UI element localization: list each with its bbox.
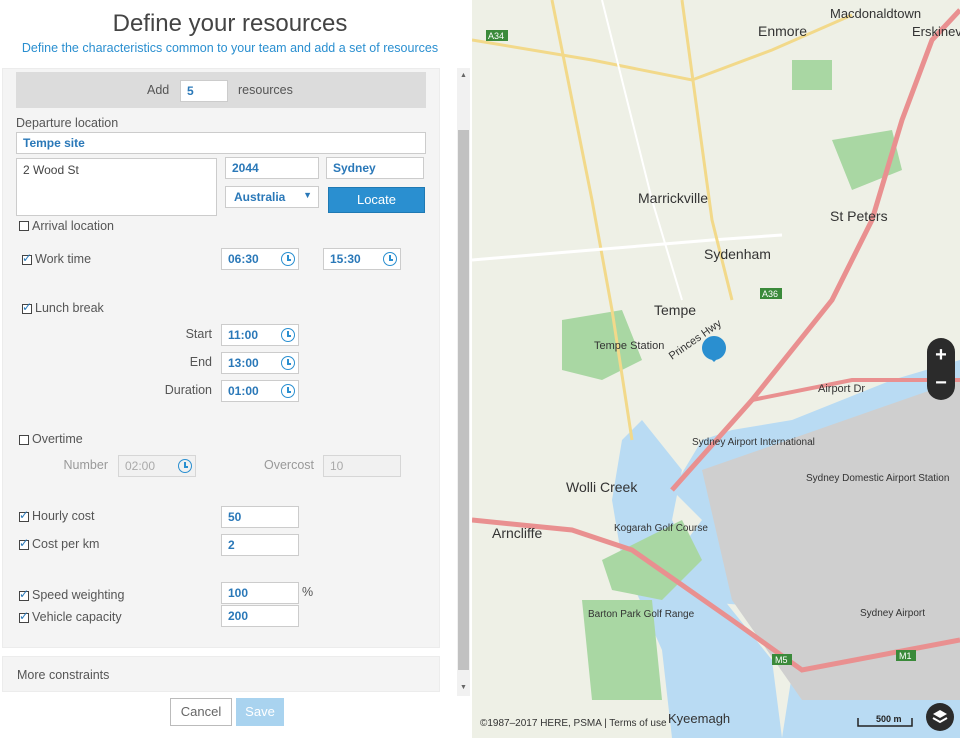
zoom-in-button[interactable]: + xyxy=(927,340,955,370)
park-enmore xyxy=(792,60,832,90)
map-label-sydenham: Sydenham xyxy=(704,246,771,262)
vehicle-capacity-label: Vehicle capacity xyxy=(32,610,122,624)
vehicle-capacity-checkbox[interactable] xyxy=(19,609,29,623)
add-label: Add xyxy=(147,83,170,97)
overtime-number-label: Number xyxy=(63,458,108,472)
clock-icon[interactable] xyxy=(281,252,295,266)
percent-unit: % xyxy=(302,585,314,599)
hourly-cost-checkbox[interactable] xyxy=(19,508,29,522)
departure-location-label: Departure location xyxy=(16,116,119,130)
clock-icon[interactable] xyxy=(383,252,397,266)
map-label-airport-dr: Airport Dr xyxy=(818,383,865,395)
map-label-sydney-airport-international: Sydney Airport International xyxy=(692,437,815,448)
street-textarea[interactable] xyxy=(16,158,217,216)
map-copyright[interactable]: ©1987–2017 HERE, PSMA | Terms of use xyxy=(480,718,667,729)
m1-label: M1 xyxy=(899,651,912,661)
map-label-arncliffe: Arncliffe xyxy=(492,525,543,541)
page-subtitle: Define the characteristics common to you… xyxy=(21,41,439,55)
work-time-label: Work time xyxy=(35,252,92,266)
road-white xyxy=(601,0,683,301)
layers-icon-glyph xyxy=(932,710,948,724)
map-view[interactable]: Macdonaldtown Enmore Erskinevi Marrickvi… xyxy=(472,0,960,738)
map-label-tempe: Tempe xyxy=(654,302,696,318)
lunch-break-label: Lunch break xyxy=(35,301,104,315)
arrival-location-label: Arrival location xyxy=(32,219,114,233)
scrollbar-thumb[interactable] xyxy=(458,130,469,670)
overtime-label: Overtime xyxy=(32,432,83,446)
overtime-checkbox[interactable] xyxy=(19,435,29,445)
lunch-end-label: End xyxy=(189,355,212,369)
a34-label: A34 xyxy=(488,31,504,41)
map-label-marrickville: Marrickville xyxy=(638,190,708,206)
map-label-wolli-creek: Wolli Creek xyxy=(566,479,638,495)
more-constraints-section[interactable]: More constraints xyxy=(2,656,440,692)
scale-label: 500 m xyxy=(876,714,902,724)
page-title: Define your resources xyxy=(112,10,348,37)
scroll-down-arrow-icon[interactable]: ▼ xyxy=(458,684,469,691)
map-label-macdonaldtown: Macdonaldtown xyxy=(830,6,921,21)
speed-weighting-label: Speed weighting xyxy=(32,588,125,602)
resources-suffix: resources xyxy=(238,83,293,97)
postcode-input[interactable] xyxy=(225,157,319,179)
clock-icon[interactable] xyxy=(281,328,295,342)
chevron-down-icon: ▼ xyxy=(303,190,312,200)
lunch-break-checkbox[interactable] xyxy=(22,300,32,314)
map-label-kyeemagh: Kyeemagh xyxy=(668,711,730,726)
resource-form-panel: Define your resources Define the charact… xyxy=(0,0,472,738)
save-button[interactable]: Save xyxy=(236,698,284,726)
country-select-value: Australia xyxy=(234,190,286,204)
cost-per-km-input[interactable] xyxy=(221,534,299,556)
map-scale: 500 m xyxy=(856,714,916,728)
map-label-kogarah-golf: Kogarah Golf Course xyxy=(614,523,708,534)
scroll-up-arrow-icon[interactable]: ▲ xyxy=(458,72,469,79)
map-label-sydney-airport: Sydney Airport xyxy=(860,608,925,619)
a36-label: A36 xyxy=(762,289,778,299)
clock-icon[interactable] xyxy=(281,384,295,398)
hourly-cost-label: Hourly cost xyxy=(32,509,95,523)
lunch-duration-label: Duration xyxy=(164,383,212,397)
map-label-erskineville: Erskinevi xyxy=(912,24,960,39)
map-label-barton-park: Barton Park Golf Range xyxy=(588,609,695,620)
speed-weighting-input[interactable] xyxy=(221,582,299,604)
overcost-input[interactable] xyxy=(323,455,401,477)
m5-label: M5 xyxy=(775,655,788,665)
clock-icon xyxy=(178,459,192,473)
city-input[interactable] xyxy=(326,157,424,179)
layers-icon[interactable] xyxy=(926,703,954,731)
cost-per-km-checkbox[interactable] xyxy=(19,536,29,550)
clock-icon[interactable] xyxy=(281,356,295,370)
locate-button[interactable]: Locate xyxy=(328,187,425,213)
resource-count-input[interactable] xyxy=(180,80,228,102)
cost-per-km-label: Cost per km xyxy=(32,537,100,551)
map-label-st-peters: St Peters xyxy=(830,208,888,224)
vehicle-capacity-input[interactable] xyxy=(221,605,299,627)
zoom-out-button[interactable]: − xyxy=(927,368,955,398)
map-label-enmore: Enmore xyxy=(758,23,807,39)
work-time-checkbox[interactable] xyxy=(22,251,32,265)
lunch-start-label: Start xyxy=(185,327,212,341)
zoom-control: + − xyxy=(927,338,955,400)
departure-site-input[interactable] xyxy=(16,132,426,154)
overcost-label: Overcost xyxy=(263,458,314,472)
arrival-location-checkbox[interactable] xyxy=(19,221,29,231)
hourly-cost-input[interactable] xyxy=(221,506,299,528)
country-select[interactable]: Australia ▼ xyxy=(225,186,319,208)
more-constraints-label: More constraints xyxy=(17,668,110,682)
map-label-sydney-domestic: Sydney Domestic Airport Station xyxy=(806,473,949,484)
cancel-button[interactable]: Cancel xyxy=(170,698,232,726)
map-label-tempe-station: Tempe Station xyxy=(594,340,664,352)
speed-weighting-checkbox[interactable] xyxy=(19,587,29,601)
map-canvas: Macdonaldtown Enmore Erskinevi Marrickvi… xyxy=(472,0,960,738)
